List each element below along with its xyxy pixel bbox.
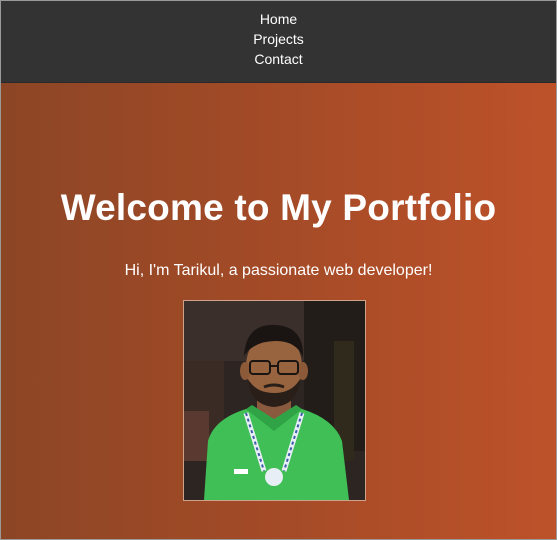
hero-title: Welcome to My Portfolio: [60, 187, 497, 228]
nav-link-home[interactable]: Home: [260, 11, 297, 27]
browser-viewport: Home Projects Contact Welcome to My Port…: [0, 0, 557, 540]
nav-item-home: Home: [1, 9, 556, 29]
profile-photo-illustration: [184, 301, 365, 500]
hero-subtitle: Hi, I'm Tarikul, a passionate web develo…: [124, 262, 433, 279]
nav-item-contact: Contact: [1, 49, 556, 69]
top-navbar: Home Projects Contact: [1, 1, 556, 83]
nav-list: Home Projects Contact: [1, 1, 556, 69]
nav-link-contact[interactable]: Contact: [254, 51, 302, 67]
nav-item-projects: Projects: [1, 29, 556, 49]
nav-link-projects[interactable]: Projects: [253, 31, 304, 47]
profile-photo: [183, 300, 366, 501]
